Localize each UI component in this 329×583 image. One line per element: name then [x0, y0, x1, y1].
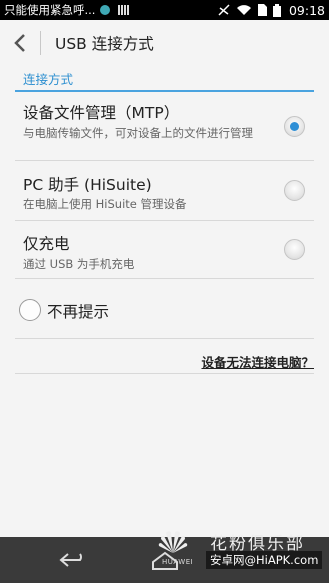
- watermark-brand: HUAWEI: [162, 558, 194, 566]
- watermark: HUAWEI 花粉俱乐部 安卓网@HiAPK.com: [150, 525, 325, 573]
- signal-off-icon: [218, 4, 230, 16]
- action-bar-divider: [40, 31, 41, 55]
- cannot-connect-help-link[interactable]: 设备无法连接电脑？: [201, 352, 314, 371]
- status-notification-text: 只能使用紧急呼...: [4, 3, 96, 17]
- app-notification-icon: [100, 5, 111, 15]
- radio-button-charge-only[interactable]: [284, 239, 305, 260]
- option-title: 设备文件管理（MTP）: [23, 104, 180, 122]
- radio-selected-dot: [290, 122, 299, 131]
- huawei-logo-icon: [158, 531, 188, 553]
- action-bar: USB 连接方式: [0, 20, 329, 66]
- section-header: 连接方式: [15, 69, 314, 92]
- option-subtitle: 与电脑传输文件，可对设备上的文件进行管理: [23, 126, 253, 140]
- option-subtitle: 通过 USB 为手机充电: [23, 257, 135, 271]
- option-hisuite[interactable]: PC 助手 (HiSuite) 在电脑上使用 HiSuite 管理设备: [15, 161, 314, 221]
- divider: [15, 373, 314, 374]
- option-mtp[interactable]: 设备文件管理（MTP） 与电脑传输文件，可对设备上的文件进行管理: [15, 91, 314, 161]
- radio-button-mtp[interactable]: [284, 116, 305, 137]
- clock: 09:18: [288, 2, 325, 18]
- wifi-icon: [236, 5, 251, 15]
- back-button[interactable]: [0, 20, 40, 66]
- dont-remind-label: 不再提示: [47, 303, 110, 321]
- option-charge-only[interactable]: 仅充电 通过 USB 为手机充电: [15, 221, 314, 279]
- page-title: USB 连接方式: [55, 35, 154, 53]
- chevron-left-icon: [14, 34, 25, 52]
- radio-button-hisuite[interactable]: [284, 180, 305, 201]
- option-title: 仅充电: [23, 235, 70, 253]
- option-subtitle: 在电脑上使用 HiSuite 管理设备: [23, 197, 187, 211]
- battery-icon: [272, 3, 281, 17]
- back-arrow-icon: [59, 553, 82, 567]
- watermark-url: 安卓网@HiAPK.com: [206, 551, 323, 569]
- status-bar: 只能使用紧急呼... 09:18: [0, 0, 329, 20]
- sim-card-icon: [257, 4, 267, 16]
- dont-remind-checkbox[interactable]: [19, 299, 41, 321]
- nav-back-button[interactable]: [54, 547, 94, 573]
- dont-remind-row[interactable]: 不再提示: [15, 287, 314, 339]
- barcode-icon: [118, 5, 130, 15]
- option-title: PC 助手 (HiSuite): [23, 176, 152, 194]
